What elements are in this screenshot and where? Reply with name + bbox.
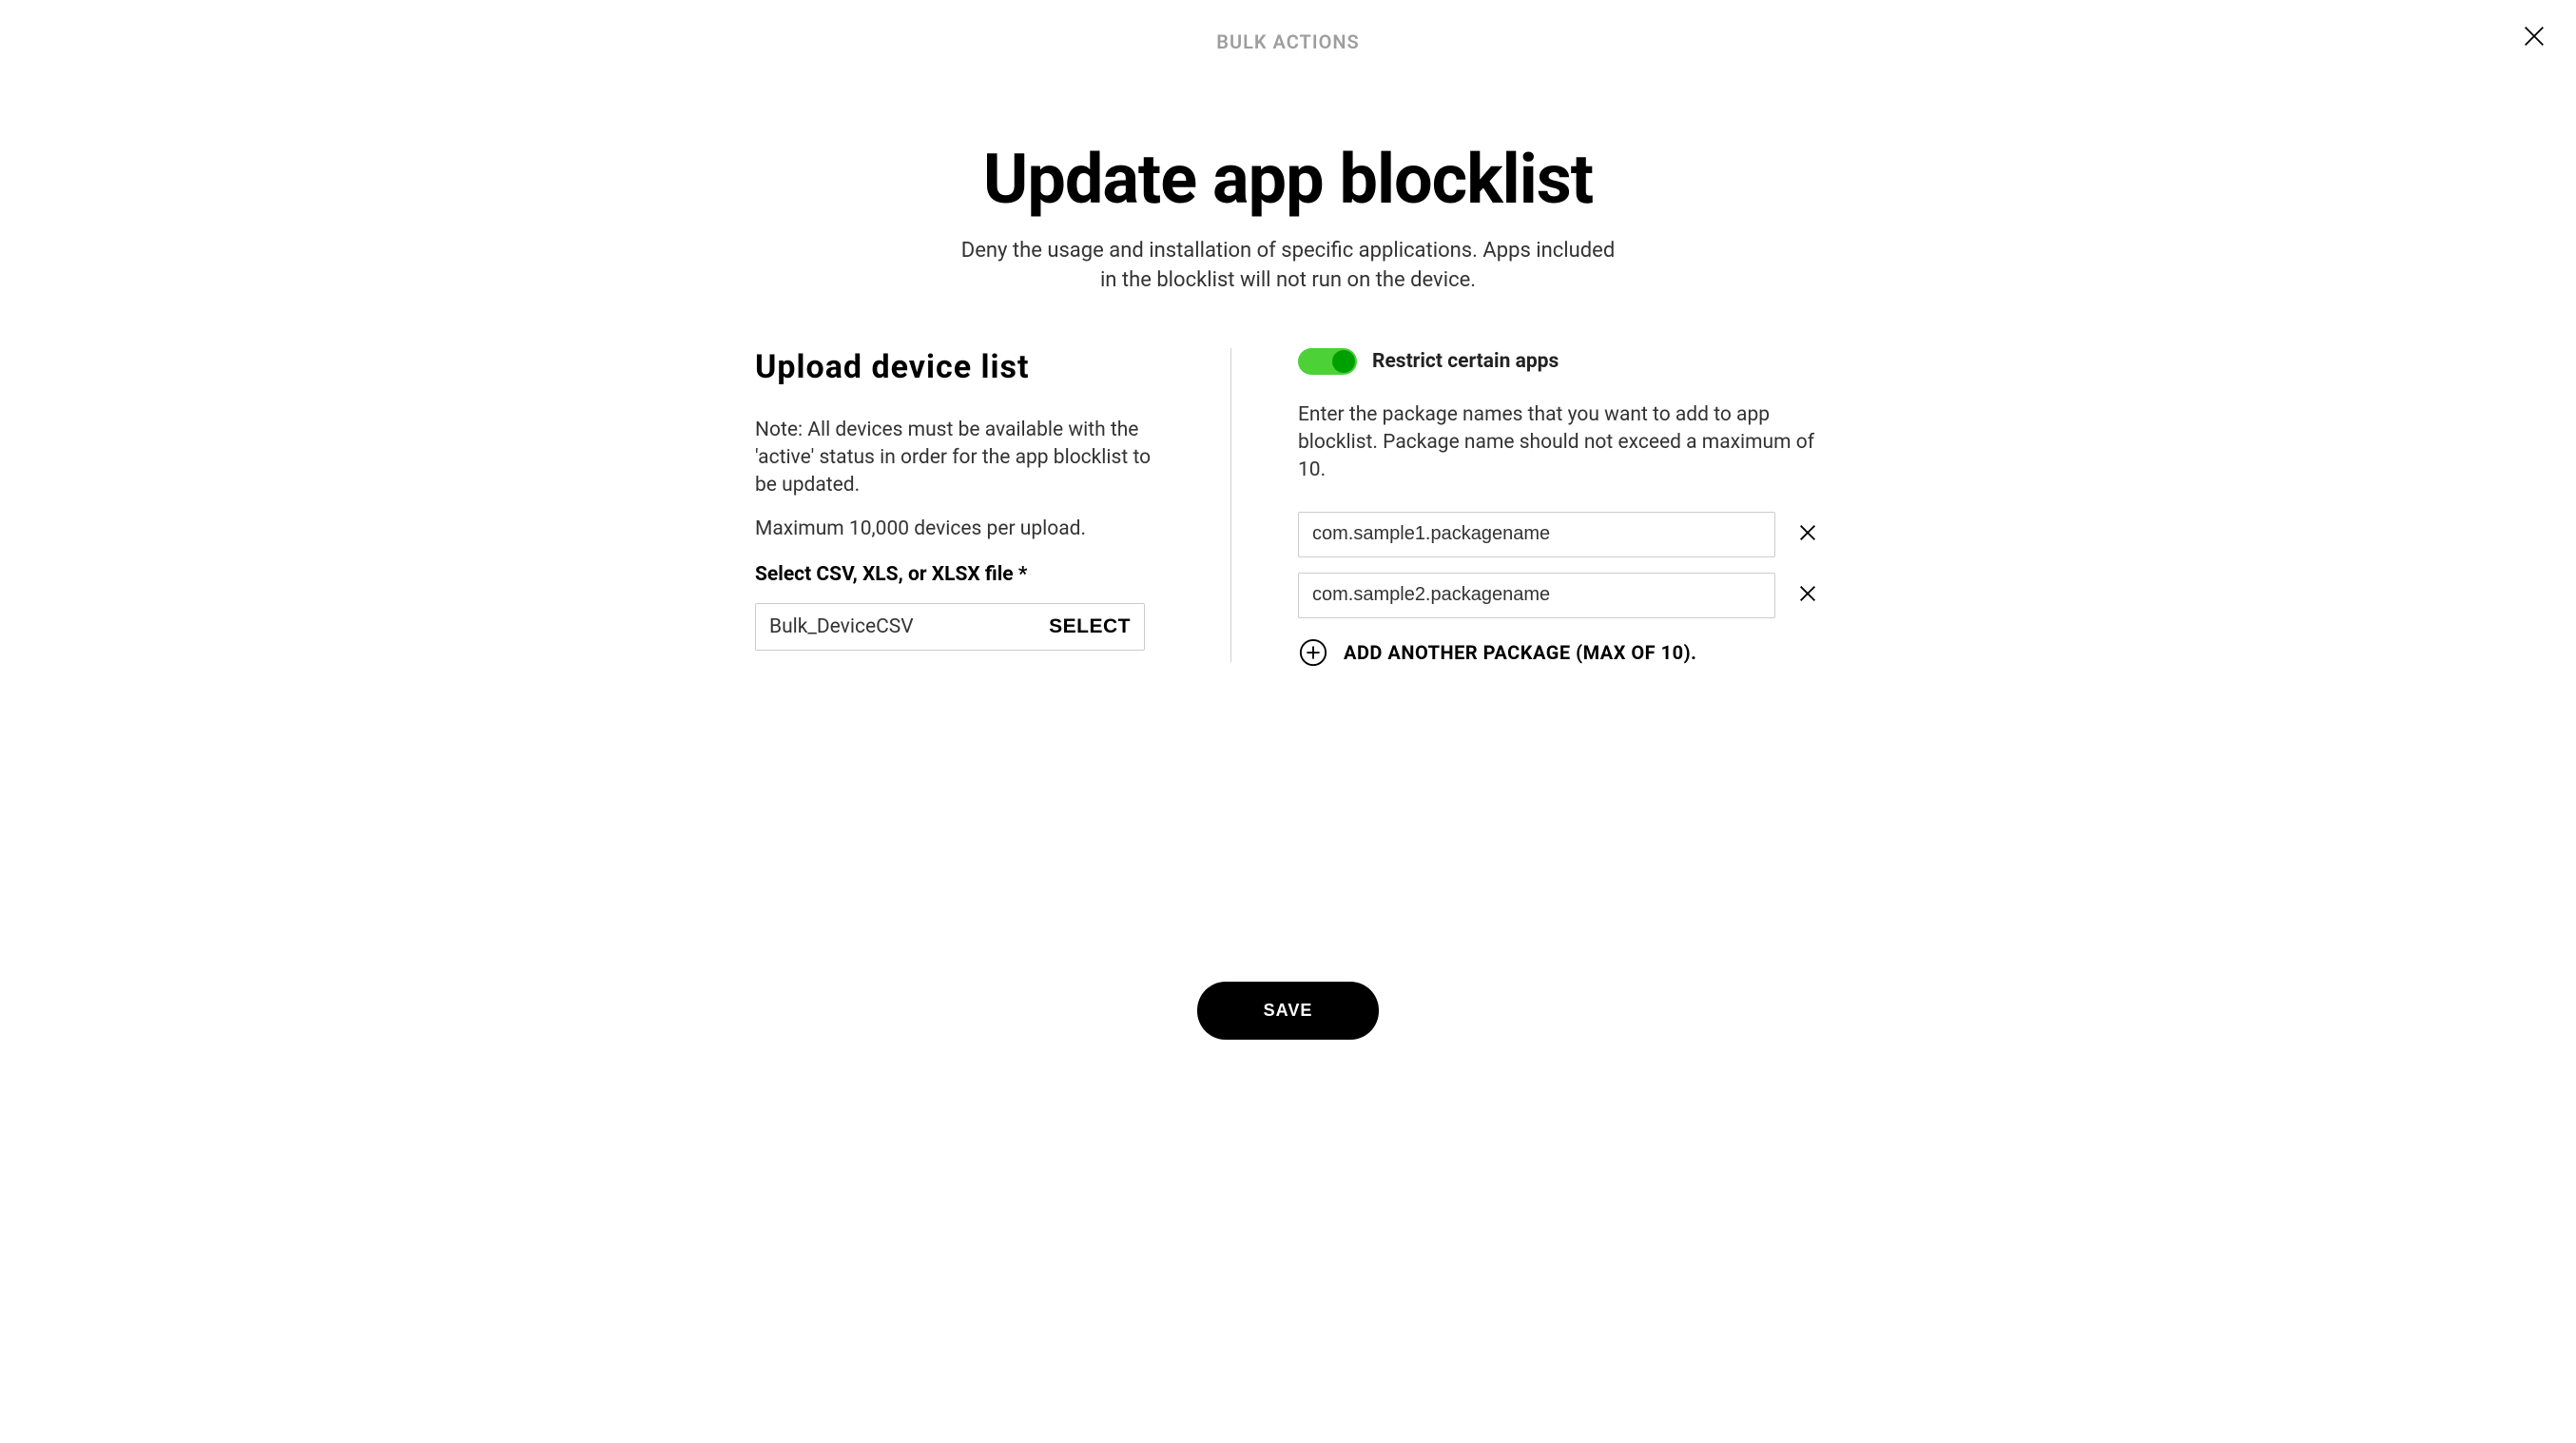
page-title: Update app blocklist	[0, 139, 2576, 220]
toggle-label: Restrict certain apps	[1372, 350, 1559, 373]
close-icon	[1797, 583, 1818, 608]
file-input-wrapper: Bulk_DeviceCSV SELECT	[755, 603, 1145, 651]
save-button[interactable]: SAVE	[1197, 982, 1380, 1040]
remove-package-button-0[interactable]	[1794, 521, 1821, 548]
upload-title: Upload device list	[755, 348, 1154, 386]
restrict-section: Restrict certain apps Enter the package …	[1231, 348, 1821, 668]
toggle-row: Restrict certain apps	[1298, 348, 1821, 375]
file-field-label: Select CSV, XLS, or XLSX file *	[755, 563, 1154, 586]
package-row-0	[1298, 512, 1821, 557]
close-icon	[1797, 522, 1818, 547]
package-row-1	[1298, 573, 1821, 618]
content-area: Upload device list Note: All devices mus…	[0, 348, 2576, 668]
header-label: BULK ACTIONS	[0, 0, 2576, 53]
select-file-button[interactable]: SELECT	[1049, 615, 1131, 638]
toggle-knob	[1332, 350, 1355, 373]
upload-note: Note: All devices must be available with…	[755, 417, 1154, 500]
remove-package-button-1[interactable]	[1794, 582, 1821, 609]
close-icon	[2521, 23, 2547, 53]
package-input-1[interactable]	[1298, 573, 1775, 618]
package-input-0[interactable]	[1298, 512, 1775, 557]
upload-max: Maximum 10,000 devices per upload.	[755, 517, 1154, 540]
upload-section: Upload device list Note: All devices mus…	[755, 348, 1230, 668]
restrict-instruction: Enter the package names that you want to…	[1298, 401, 1821, 485]
restrict-toggle[interactable]	[1298, 348, 1357, 375]
add-package-label: ADD ANOTHER PACKAGE (MAX OF 10).	[1344, 641, 1696, 664]
plus-circle-icon	[1298, 637, 1328, 668]
page-subtitle: Deny the usage and installation of speci…	[956, 237, 1621, 296]
add-package-button[interactable]: ADD ANOTHER PACKAGE (MAX OF 10).	[1298, 637, 1821, 668]
file-name-text: Bulk_DeviceCSV	[769, 615, 1049, 638]
close-button[interactable]	[2519, 23, 2549, 53]
